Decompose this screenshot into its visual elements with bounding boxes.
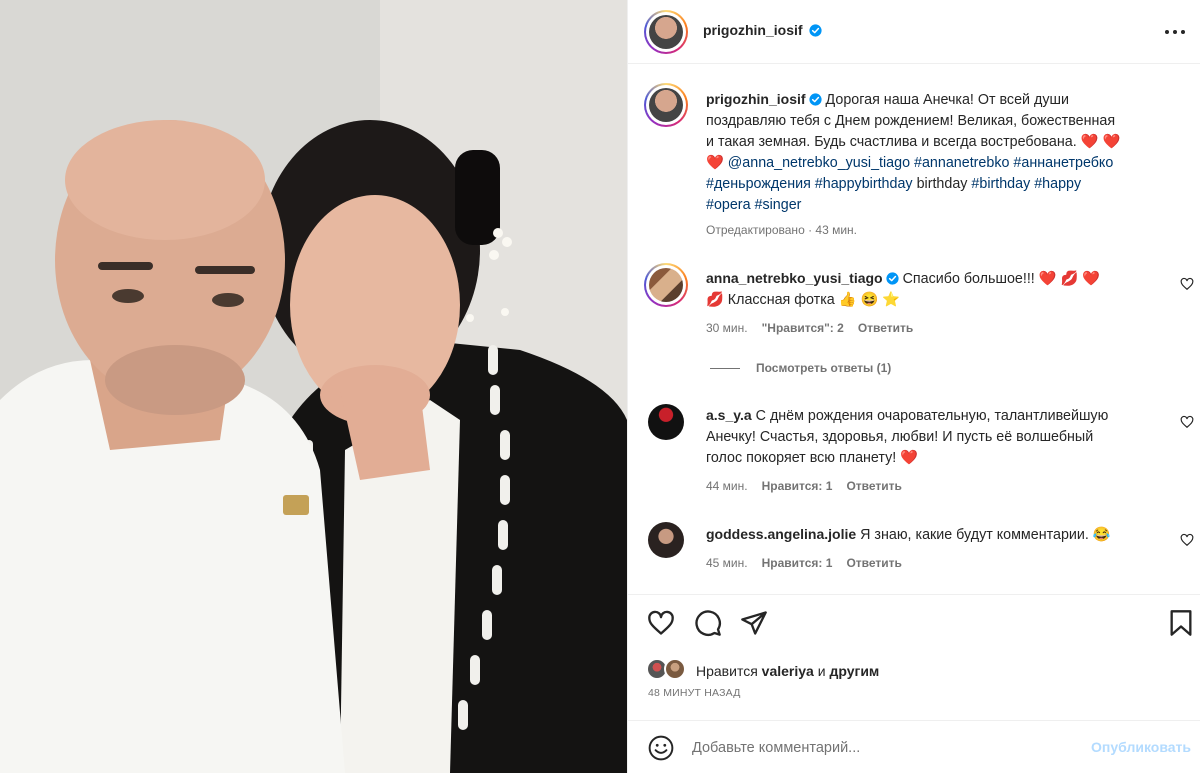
verified-icon xyxy=(808,93,822,106)
comment: goddess.angelina.jolie Я знаю, какие буд… xyxy=(706,524,1166,546)
reply-button[interactable]: Ответить xyxy=(858,321,913,335)
comment-likes[interactable]: Нравится: 1 xyxy=(762,556,833,570)
hashtag-link[interactable]: #opera xyxy=(706,197,751,213)
mention-link[interactable]: @anna_netrebko_yusi_tiago xyxy=(728,155,910,171)
comment-likes[interactable]: "Нравится": 2 xyxy=(762,321,844,335)
caption-line: поздравляю тебя с Днем рождением! Велика… xyxy=(706,113,1116,129)
likes-prefix: Нравится xyxy=(696,663,762,679)
comment-input[interactable] xyxy=(692,736,1072,760)
heart-icon[interactable] xyxy=(647,609,675,637)
comment: anna_netrebko_yusi_tiago Спасибо большое… xyxy=(706,268,1146,311)
comment-username[interactable]: anna_netrebko_yusi_tiago xyxy=(706,270,883,286)
author-avatar[interactable] xyxy=(644,10,688,54)
verified-icon xyxy=(886,272,899,285)
post-details-panel: prigozhin_iosif prigozhin_iosif Дорогая … xyxy=(627,0,1200,773)
likes-middle: и xyxy=(813,663,830,679)
comment-heart-icon[interactable] xyxy=(1180,415,1194,429)
commenter-avatar[interactable] xyxy=(648,404,684,440)
post-photo xyxy=(0,0,627,773)
emoji: 👍 😆 ⭐ xyxy=(838,292,901,308)
comment-meta: 30 мин. "Нравится": 2 Ответить xyxy=(706,321,913,335)
post-actions xyxy=(628,600,1200,648)
emoji-icon[interactable] xyxy=(648,735,674,761)
caption: prigozhin_iosif Дорогая наша Анечка! От … xyxy=(706,89,1186,216)
comment-icon[interactable] xyxy=(694,609,722,637)
comment-body: Я знаю, какие будут комментарии. xyxy=(856,527,1089,543)
hashtag-link[interactable]: #деньрождения xyxy=(706,176,811,192)
reply-button[interactable]: Ответить xyxy=(846,479,901,493)
post-photo-illustration xyxy=(0,0,627,773)
more-icon[interactable] xyxy=(1163,22,1187,42)
comment-body: Спасибо большое!!! xyxy=(898,271,1035,287)
commenter-avatar[interactable] xyxy=(644,263,688,307)
hashtag-link[interactable]: #birthday xyxy=(971,176,1030,192)
post-time: 48 МИНУТ НАЗАД xyxy=(648,687,741,699)
comment-meta: 45 мин. Нравится: 1 Ответить xyxy=(706,556,902,570)
share-icon[interactable] xyxy=(740,609,768,637)
reply-button[interactable]: Ответить xyxy=(846,556,901,570)
comment-time: 44 мин. xyxy=(706,479,748,493)
add-comment-bar: Опубликовать xyxy=(628,720,1200,773)
comment-body: Анечку! Счастья, здоровья, любви! И пуст… xyxy=(706,429,1094,445)
hashtag-link[interactable]: #singer xyxy=(755,197,802,213)
likes-text: Нравится valeriya и другим xyxy=(696,663,879,679)
hashtag-link[interactable]: #happybirthday xyxy=(815,176,913,192)
caption-line: и такая земная. Будь счастлива и всегда … xyxy=(706,134,1077,150)
comment-meta: 44 мин. Нравится: 1 Ответить xyxy=(706,479,902,493)
caption-avatar[interactable] xyxy=(644,83,688,127)
likes-user[interactable]: valeriya xyxy=(762,663,814,679)
caption-edited: Отредактировано · 43 мин. xyxy=(706,223,857,237)
hashtag-link[interactable]: #аннанетребко xyxy=(1013,155,1113,171)
liker-avatar xyxy=(664,658,686,680)
comment: a.s_y.a С днём рождения очаровательную, … xyxy=(706,405,1166,469)
post-header: prigozhin_iosif xyxy=(628,0,1200,64)
caption-word: birthday xyxy=(916,176,968,192)
comment-username[interactable]: a.s_y.a xyxy=(706,407,752,423)
heart-emoji: ❤️ ❤️ xyxy=(1080,134,1121,150)
comment-heart-icon[interactable] xyxy=(1180,533,1194,547)
comments-list: prigozhin_iosif Дорогая наша Анечка! От … xyxy=(628,65,1200,593)
comment-username[interactable]: goddess.angelina.jolie xyxy=(706,526,856,542)
emoji: 😂 xyxy=(1092,527,1111,543)
header-username[interactable]: prigozhin_iosif xyxy=(703,22,803,38)
divider xyxy=(628,594,1200,595)
comment-time: 45 мин. xyxy=(706,556,748,570)
heart-emoji: ❤️ xyxy=(706,155,724,171)
header-username-row: prigozhin_iosif xyxy=(703,22,823,38)
comment-heart-icon[interactable] xyxy=(1180,277,1194,291)
verified-icon xyxy=(809,24,823,37)
commenter-avatar[interactable] xyxy=(648,522,684,558)
view-replies-button[interactable]: Посмотреть ответы (1) xyxy=(710,361,891,375)
comment-likes[interactable]: Нравится: 1 xyxy=(762,479,833,493)
likes-others[interactable]: другим xyxy=(829,663,879,679)
comment-time: 30 мин. xyxy=(706,321,748,335)
comment-body: Классная фотка xyxy=(723,292,835,308)
comment-body: голос покоряет всю планету! xyxy=(706,450,897,466)
comment-body: С днём рождения очаровательную, талантли… xyxy=(751,408,1109,424)
caption-username[interactable]: prigozhin_iosif xyxy=(706,91,806,107)
publish-button[interactable]: Опубликовать xyxy=(1091,739,1191,755)
hashtag-link[interactable]: #happy xyxy=(1034,176,1081,192)
emoji: 💋 xyxy=(706,292,724,308)
emoji: ❤️ xyxy=(900,450,919,466)
hashtag-link[interactable]: #annanetrebko xyxy=(914,155,1009,171)
bookmark-icon[interactable] xyxy=(1167,609,1195,637)
caption-line: Дорогая наша Анечка! От всей души xyxy=(821,92,1069,108)
emoji: ❤️ 💋 ❤️ xyxy=(1038,271,1101,287)
